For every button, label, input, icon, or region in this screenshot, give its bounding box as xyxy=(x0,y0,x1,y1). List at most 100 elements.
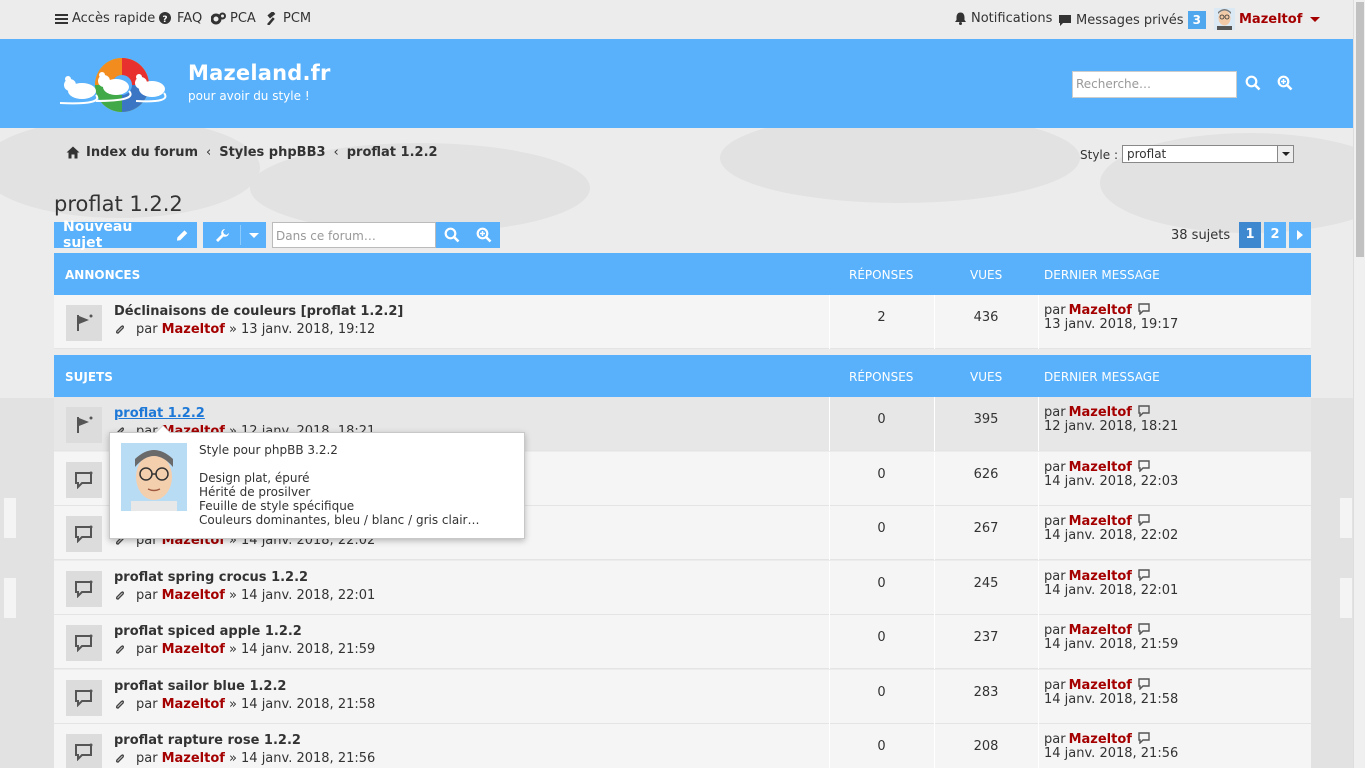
by-label: par xyxy=(136,588,158,603)
views-count: 395 xyxy=(973,412,999,427)
forum-search-button[interactable] xyxy=(436,222,468,248)
last-post-date: 12 janv. 2018, 18:21 xyxy=(1044,419,1179,434)
view-latest-post-icon[interactable] xyxy=(1138,405,1150,418)
divider xyxy=(1038,452,1039,506)
pencil-icon xyxy=(176,229,188,241)
page-1-button[interactable]: 1 xyxy=(1239,222,1261,248)
quick-access-link[interactable]: Accès rapide xyxy=(55,11,155,26)
vertical-scrollbar[interactable] xyxy=(1353,0,1365,768)
topic-author-link[interactable]: Mazeltof xyxy=(162,642,225,657)
by-label: par xyxy=(136,751,158,766)
last-post-author-link[interactable]: Mazeltof xyxy=(1069,460,1132,475)
menu-icon xyxy=(55,13,68,24)
views-count: 267 xyxy=(973,521,999,536)
topic-date: » 14 janv. 2018, 22:01 xyxy=(228,588,376,603)
search-icon[interactable] xyxy=(1245,75,1261,91)
views-count: 245 xyxy=(973,576,999,591)
style-select[interactable]: proflat xyxy=(1122,145,1294,163)
topic-row[interactable]: proflat spring crocus 1.2.2 par Mazeltof» … xyxy=(54,561,1311,615)
topic-row[interactable]: proflat spiced apple 1.2.2 par Mazeltof» 1… xyxy=(54,615,1311,669)
next-page-button[interactable] xyxy=(1289,222,1311,248)
page-title: proflat 1.2.2 xyxy=(54,192,183,216)
scrollbar-thumb[interactable] xyxy=(1356,2,1364,257)
topic-author-link[interactable]: Mazeltof xyxy=(162,588,225,603)
breadcrumb-item-styles[interactable]: Styles phpBB3 xyxy=(219,145,325,160)
topic-row[interactable]: proflat sailor blue 1.2.2 par Mazeltof» 14… xyxy=(54,670,1311,724)
page-2-button[interactable]: 2 xyxy=(1264,222,1286,248)
topic-row[interactable]: proflat rapture rose 1.2.2 par Mazeltof» 1… xyxy=(54,724,1311,768)
view-latest-post-icon[interactable] xyxy=(1138,732,1150,745)
top-navbar: Accès rapide ? FAQ PCA PCM Notifications… xyxy=(0,0,1353,39)
notifications-link[interactable]: Notifications xyxy=(954,11,1052,26)
topic-title-link[interactable]: proflat rapture rose 1.2.2 xyxy=(114,733,301,748)
view-latest-post-icon[interactable] xyxy=(1138,569,1150,582)
question-icon: ? xyxy=(159,12,171,25)
replies-count: 0 xyxy=(877,685,886,700)
pcm-label: PCM xyxy=(283,11,312,26)
pcm-link[interactable]: PCM xyxy=(265,11,311,26)
topic-author-link[interactable]: Mazeltof xyxy=(162,751,225,766)
announcement-row[interactable]: Déclinaisons de couleurs [proflat 1.2.2]… xyxy=(54,295,1311,349)
last-post-author-link[interactable]: Mazeltof xyxy=(1069,303,1132,318)
chevron-down-icon xyxy=(1277,146,1293,162)
topic-title-link[interactable]: proflat spiced apple 1.2.2 xyxy=(114,624,302,639)
topic-title-link[interactable]: proflat sailor blue 1.2.2 xyxy=(114,679,286,694)
topic-author-link[interactable]: Mazeltof xyxy=(162,697,225,712)
last-post-date: 14 janv. 2018, 21:59 xyxy=(1044,637,1179,652)
view-latest-post-icon[interactable] xyxy=(1138,678,1150,691)
last-post-author-link[interactable]: Mazeltof xyxy=(1069,569,1132,584)
last-post-author-link[interactable]: Mazeltof xyxy=(1069,732,1132,747)
breadcrumb-separator: ‹ xyxy=(333,145,339,160)
replies-count: 0 xyxy=(877,630,886,645)
forum-search-input[interactable]: Dans ce forum… xyxy=(272,222,436,248)
advanced-search-icon[interactable] xyxy=(1277,75,1293,91)
last-post: par Mazeltof 14 janv. 2018, 22:01 xyxy=(1044,569,1178,598)
new-topic-label: Nouveau sujet xyxy=(63,219,133,251)
style-select-value: proflat xyxy=(1127,147,1167,161)
topic-meta: par Mazeltof» 14 janv. 2018, 22:01 xyxy=(114,588,375,603)
header-search-input[interactable]: Recherche… xyxy=(1072,71,1237,98)
new-topic-button[interactable]: Nouveau sujet xyxy=(54,219,197,251)
last-post-author-link[interactable]: Mazeltof xyxy=(1069,405,1132,420)
topic-author-link[interactable]: Mazeltof xyxy=(162,322,225,337)
views-header: VUES xyxy=(970,370,1003,384)
views-count: 237 xyxy=(973,630,999,645)
faq-link[interactable]: ? FAQ xyxy=(159,11,202,26)
site-title[interactable]: Mazeland.fr xyxy=(188,61,331,85)
svg-text:?: ? xyxy=(162,15,167,25)
by-label: par xyxy=(1044,303,1066,318)
topic-date: » 13 janv. 2018, 19:12 xyxy=(228,322,376,337)
topic-title-link[interactable]: proflat 1.2.2 xyxy=(114,406,205,421)
view-latest-post-icon[interactable] xyxy=(1138,460,1150,473)
pca-link[interactable]: PCA xyxy=(211,11,256,26)
breadcrumb-item-current[interactable]: proflat 1.2.2 xyxy=(347,145,438,160)
last-post-author-link[interactable]: Mazeltof xyxy=(1069,623,1132,638)
divider xyxy=(1038,615,1039,669)
advanced-search-icon xyxy=(476,227,492,243)
site-logo[interactable] xyxy=(56,51,174,117)
view-latest-post-icon[interactable] xyxy=(1138,514,1150,527)
views-count: 208 xyxy=(973,739,999,754)
last-post-date: 13 janv. 2018, 19:17 xyxy=(1044,317,1179,332)
last-post-author-link[interactable]: Mazeltof xyxy=(1069,514,1132,529)
username-label: Mazeltof xyxy=(1239,11,1303,27)
view-latest-post-icon[interactable] xyxy=(1138,623,1150,636)
last-post-author-link[interactable]: Mazeltof xyxy=(1069,678,1132,693)
avatar xyxy=(121,443,187,511)
topic-title-link[interactable]: proflat spring crocus 1.2.2 xyxy=(114,570,308,585)
breadcrumb-item-index[interactable]: Index du forum xyxy=(86,145,198,160)
forum-advanced-search-button[interactable] xyxy=(468,222,500,248)
user-menu[interactable]: Mazeltof xyxy=(1214,8,1321,30)
tooltip-line: Feuille de style spécifique xyxy=(199,499,355,513)
divider xyxy=(1038,561,1039,615)
topic-title-link[interactable]: Déclinaisons de couleurs [proflat 1.2.2] xyxy=(114,304,403,319)
by-label: par xyxy=(1044,569,1066,584)
breadcrumb-separator: ‹ xyxy=(206,145,212,160)
private-messages-link[interactable]: Messages privés 3 xyxy=(1058,11,1206,29)
divider xyxy=(1038,724,1039,768)
views-count: 436 xyxy=(973,310,999,325)
view-latest-post-icon[interactable] xyxy=(1138,303,1150,316)
topic-date: » 14 janv. 2018, 21:59 xyxy=(228,642,376,657)
topic-tools-button[interactable] xyxy=(203,222,266,248)
last-post-date: 14 janv. 2018, 21:58 xyxy=(1044,692,1179,707)
